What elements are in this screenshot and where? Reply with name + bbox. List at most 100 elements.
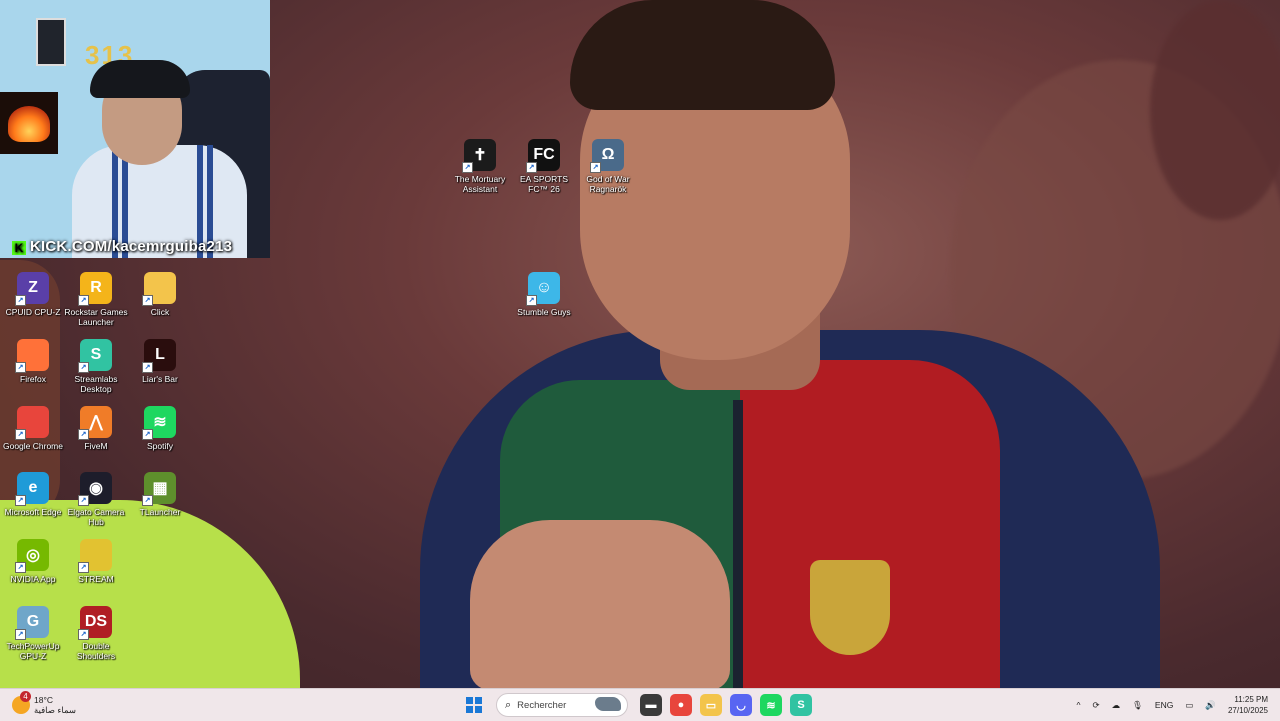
sync-icon[interactable]: ⟳	[1092, 700, 1099, 711]
desktop-shortcut[interactable]: L ↗ Liar's Bar	[127, 339, 193, 384]
desktop-shortcut-label: Liar's Bar	[142, 374, 178, 384]
shortcut-arrow-icon: ↗	[78, 362, 89, 373]
desktop-shortcut[interactable]: ≋ ↗ Spotify	[127, 406, 193, 451]
desktop-shortcut-label: Firefox	[20, 374, 46, 384]
taskbar: 4 18°C سماء صافية ⌕ Rechercher ▬ ● ▭ ◡ ≋ S ^ …	[0, 688, 1280, 721]
clock-time: 11:25 PM	[1234, 695, 1268, 704]
desktop-shortcut-label: God of War Ragnarök	[586, 174, 630, 194]
weather-temperature: 18°C	[34, 695, 53, 705]
fireplace-screen	[0, 92, 58, 154]
kick-url: KICK.COM/kacemrguiba213	[30, 238, 233, 255]
tlauncher-icon: ▦ ↗	[142, 472, 176, 506]
desktop-shortcut[interactable]: ✝ ↗ The Mortuary Assistant	[447, 139, 513, 194]
start-button[interactable]	[466, 697, 482, 713]
double-shoulders-icon: DS ↗	[78, 606, 112, 640]
shortcut-arrow-icon: ↗	[526, 295, 537, 306]
microphone-icon[interactable]: 🎙	[1132, 700, 1143, 711]
desktop-shortcut-label: Microsoft Edge	[4, 507, 62, 517]
discord-icon[interactable]: ◡	[730, 694, 752, 716]
webcam-overlay: 313 K KICK.COM/kacemrguiba213	[0, 0, 270, 258]
desktop-shortcut[interactable]: ⋀ ↗ FiveM	[63, 406, 129, 451]
folder-taskbar-icon[interactable]: ▭	[700, 694, 722, 716]
desktop-shortcut[interactable]: Ω ↗ God of War Ragnarök	[575, 139, 641, 194]
ea-fc-icon: FC ↗	[526, 139, 560, 173]
desktop-shortcut[interactable]: G ↗ TechPowerUp GPU-Z	[0, 606, 66, 661]
desktop-shortcut[interactable]: S ↗ Streamlabs Desktop	[63, 339, 129, 394]
rockstar-icon: R ↗	[78, 272, 112, 306]
search-highlight-icon	[595, 697, 621, 711]
desktop-shortcut-label: Streamlabs Desktop	[74, 374, 118, 394]
folder-icon: ↗	[142, 272, 176, 306]
kick-logo-icon: K	[12, 241, 26, 255]
fivem-icon: ⋀ ↗	[78, 406, 112, 440]
shortcut-arrow-icon: ↗	[15, 495, 26, 506]
desktop-shortcut-label: Google Chrome	[2, 441, 63, 451]
weather-description: سماء صافية	[34, 705, 76, 715]
shortcut-arrow-icon: ↗	[142, 362, 153, 373]
desktop-shortcut-label: STREAM	[78, 574, 114, 584]
mortuary-assistant-icon: ✝ ↗	[462, 139, 496, 173]
desktop-shortcut[interactable]: FC ↗ EA SPORTS FC™ 26	[511, 139, 577, 194]
language-indicator[interactable]: ENG	[1155, 700, 1173, 710]
desktop-shortcut-label: EA SPORTS FC™ 26	[519, 174, 569, 194]
wall-frame	[36, 18, 66, 66]
shortcut-arrow-icon: ↗	[142, 495, 153, 506]
shortcut-arrow-icon: ↗	[142, 295, 153, 306]
shortcut-arrow-icon: ↗	[78, 562, 89, 573]
wallpaper-hair	[570, 0, 835, 110]
shortcut-arrow-icon: ↗	[78, 629, 89, 640]
desktop-shortcut-label: FiveM	[84, 441, 108, 451]
streamlabs-taskbar-icon[interactable]: S	[790, 694, 812, 716]
shortcut-arrow-icon: ↗	[462, 162, 473, 173]
desktop-shortcut[interactable]: e ↗ Microsoft Edge	[0, 472, 66, 517]
file-explorer-dark-icon[interactable]: ▬	[640, 694, 662, 716]
system-tray: ^ ⟳ ☁ 🎙 ENG ▭ 🔊 11:25 PM 27/10/2025	[1070, 689, 1280, 721]
desktop-shortcut[interactable]: ☺ ↗ Stumble Guys	[511, 272, 577, 317]
taskbar-center: ⌕ Rechercher ▬ ● ▭ ◡ ≋ S	[466, 692, 816, 718]
taskbar-search[interactable]: ⌕ Rechercher	[496, 693, 628, 717]
shortcut-arrow-icon: ↗	[15, 429, 26, 440]
kick-channel-banner: K KICK.COM/kacemrguiba213	[12, 238, 232, 255]
desktop-shortcut-label: CPUID CPU-Z	[5, 307, 61, 317]
desktop-shortcut-label: TechPowerUp GPU-Z	[6, 641, 60, 661]
shortcut-arrow-icon: ↗	[590, 162, 601, 173]
desktop-shortcut[interactable]: ◉ ↗ Elgato Camera Hub	[63, 472, 129, 527]
desktop-shortcut-label: The Mortuary Assistant	[454, 174, 506, 194]
clock-date: 27/10/2025	[1227, 706, 1268, 715]
spotify-icon: ≋ ↗	[142, 406, 176, 440]
gpu-z-icon: G ↗	[15, 606, 49, 640]
wallpaper-blur	[1150, 0, 1280, 220]
network-icon[interactable]: ▭	[1185, 700, 1193, 711]
shortcut-arrow-icon: ↗	[526, 162, 537, 173]
desktop-shortcut[interactable]: ↗ Click	[127, 272, 193, 317]
stream-folder-icon: ↗	[78, 539, 112, 573]
search-icon: ⌕	[505, 698, 512, 711]
stumble-guys-icon: ☺ ↗	[526, 272, 560, 306]
wallpaper-hands	[470, 520, 730, 688]
desktop-shortcut[interactable]: ▦ ↗ TLauncher	[127, 472, 193, 517]
shortcut-arrow-icon: ↗	[78, 295, 89, 306]
cpu-z-icon: Z ↗	[15, 272, 49, 306]
tray-overflow-chevron[interactable]: ^	[1076, 700, 1080, 710]
desktop-shortcut[interactable]: ◎ ↗ NVIDIA App	[0, 539, 66, 584]
desktop-shortcut[interactable]: ↗ STREAM	[63, 539, 129, 584]
desktop-shortcut-label: Spotify	[147, 441, 173, 451]
desktop-shortcut-label: NVIDIA App	[10, 574, 56, 584]
chrome-taskbar-icon[interactable]: ●	[670, 694, 692, 716]
desktop-shortcut[interactable]: DS ↗ Double Shoulders	[63, 606, 129, 661]
desktop-shortcut[interactable]: Z ↗ CPUID CPU-Z	[0, 272, 66, 317]
volume-icon[interactable]: 🔊	[1205, 700, 1216, 711]
wallpaper-crest	[810, 560, 890, 655]
desktop-shortcut[interactable]: ↗ Firefox	[0, 339, 66, 384]
chrome-icon: ↗	[15, 406, 49, 440]
weather-widget[interactable]: 4 18°C سماء صافية	[12, 691, 76, 717]
clock[interactable]: 11:25 PM 27/10/2025	[1228, 694, 1268, 716]
wallpaper-zip	[733, 400, 743, 688]
spotify-taskbar-icon[interactable]: ≋	[760, 694, 782, 716]
nvidia-icon: ◎ ↗	[15, 539, 49, 573]
shortcut-arrow-icon: ↗	[15, 562, 26, 573]
shortcut-arrow-icon: ↗	[78, 495, 89, 506]
desktop-shortcut[interactable]: ↗ Google Chrome	[0, 406, 66, 451]
cloud-icon[interactable]: ☁	[1112, 700, 1121, 711]
desktop-shortcut[interactable]: R ↗ Rockstar Games Launcher	[63, 272, 129, 327]
